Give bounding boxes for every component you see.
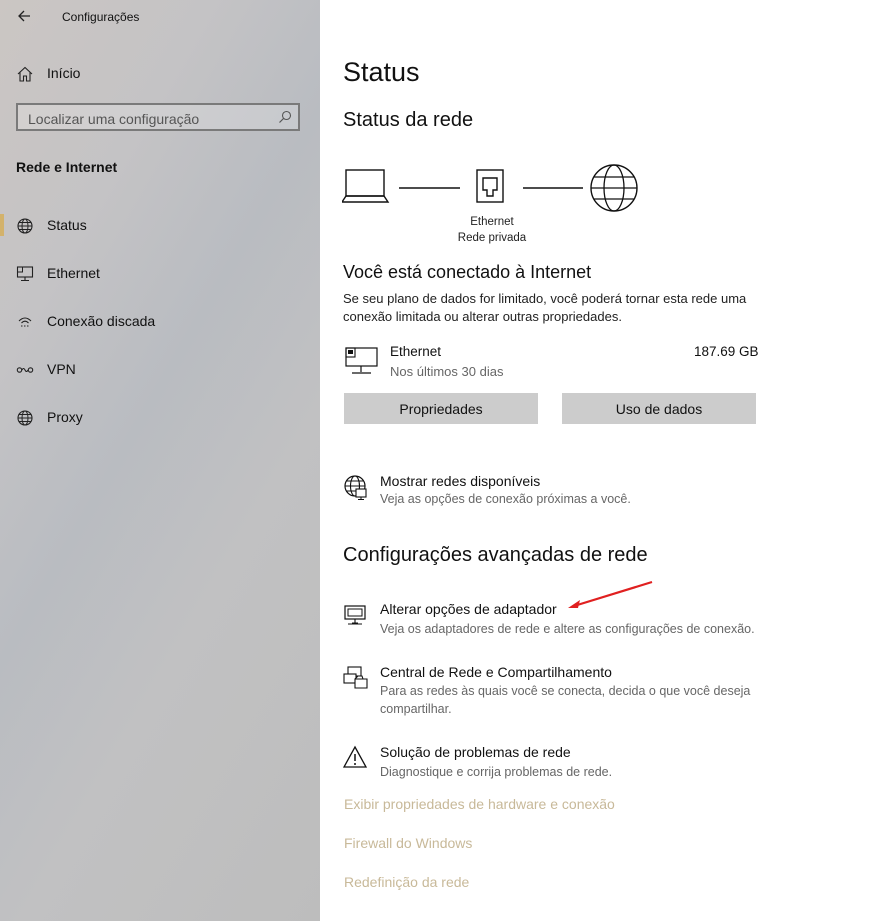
hardware-properties-link[interactable]: Exibir propriedades de hardware e conexã…: [344, 796, 615, 812]
home-label: Início: [47, 65, 81, 81]
ethernet-icon: [16, 266, 34, 282]
show-networks-option[interactable]: Mostrar redes disponíveis Veja as opções…: [343, 470, 793, 510]
title-bar: Configurações: [0, 0, 320, 32]
windows-firewall-link[interactable]: Firewall do Windows: [344, 835, 472, 851]
search-icon[interactable]: [278, 110, 292, 124]
sidebar-item-label: Status: [47, 217, 87, 233]
troubleshooter-desc: Diagnostique e corrija problemas de rede…: [380, 765, 613, 779]
globe-icon: [17, 410, 33, 426]
adapter-period: Nos últimos 30 dias: [390, 364, 504, 379]
search-placeholder: Localizar uma configuração: [28, 111, 200, 127]
diagram-connection-type: Ethernet: [470, 216, 514, 228]
sidebar-item-label: Proxy: [47, 409, 83, 425]
warning-icon: [343, 745, 368, 768]
change-adapter-title: Alterar opções de adaptador: [380, 601, 557, 617]
sharing-center-desc: Para as redes às quais você se conecta, …: [380, 684, 751, 716]
network-globe-icon: [344, 475, 367, 500]
network-status-heading: Status da rede: [343, 109, 474, 131]
search-input[interactable]: Localizar uma configuração: [16, 103, 300, 131]
back-button[interactable]: [14, 6, 36, 26]
sidebar-item-label: Conexão discada: [47, 313, 156, 329]
active-indicator: [0, 214, 4, 236]
connected-heading: Você está conectado à Internet: [343, 262, 592, 282]
data-usage-button[interactable]: Uso de dados: [562, 393, 756, 424]
advanced-settings-heading: Configurações avançadas de rede: [343, 544, 648, 566]
sidebar-item-label: VPN: [47, 361, 76, 377]
ethernet-port-icon: [476, 169, 504, 203]
sidebar: Configurações Início Localizar uma confi…: [0, 0, 320, 921]
sidebar-item-label: Ethernet: [47, 265, 100, 281]
troubleshooter-title: Solução de problemas de rede: [380, 744, 571, 760]
diagram-caption: Ethernet Rede privada: [448, 214, 536, 246]
vpn-icon: [16, 367, 34, 373]
laptop-icon: [342, 169, 390, 203]
globe-icon: [17, 218, 33, 234]
network-sharing-center[interactable]: Central de Rede e Compartilhamento Para …: [343, 661, 793, 721]
main-content: Status Status da rede Ethernet Rede priv…: [320, 0, 893, 921]
page-title: Status: [343, 57, 420, 87]
properties-button[interactable]: Propriedades: [344, 393, 538, 424]
sidebar-item-dialup[interactable]: Conexão discada: [0, 301, 320, 341]
network-adapter-icon: [344, 605, 366, 625]
ethernet-adapter-icon: [345, 347, 378, 374]
connected-description: Se seu plano de dados for limitado, você…: [343, 291, 747, 324]
adapter-name: Ethernet: [390, 344, 442, 359]
show-networks-title: Mostrar redes disponíveis: [380, 473, 541, 489]
dialup-icon: [18, 317, 32, 327]
internet-globe-icon: [590, 164, 638, 212]
adapter-data-usage: 187.69 GB: [694, 344, 759, 359]
home-nav-item[interactable]: Início: [0, 53, 320, 93]
app-title: Configurações: [62, 10, 140, 24]
annotation-arrow: [568, 580, 653, 608]
diagram-network-profile: Rede privada: [457, 232, 527, 244]
network-diagram: [342, 164, 638, 212]
sidebar-item-status[interactable]: Status: [0, 205, 320, 245]
sidebar-section-title: Rede e Internet: [16, 159, 118, 175]
network-troubleshooter[interactable]: Solução de problemas de rede Diagnostiqu…: [343, 741, 793, 781]
sidebar-item-vpn[interactable]: VPN: [0, 349, 320, 389]
back-arrow-icon: [18, 10, 30, 22]
home-icon: [17, 66, 33, 82]
change-adapter-desc: Veja os adaptadores de rede e altere as …: [380, 622, 755, 636]
network-reset-link[interactable]: Redefinição da rede: [344, 874, 469, 890]
sharing-center-icon: [343, 666, 368, 689]
sidebar-item-proxy[interactable]: Proxy: [0, 397, 320, 437]
sidebar-item-ethernet[interactable]: Ethernet: [0, 253, 320, 293]
show-networks-desc: Veja as opções de conexão próximas a voc…: [380, 492, 631, 506]
sharing-center-title: Central de Rede e Compartilhamento: [380, 664, 612, 680]
